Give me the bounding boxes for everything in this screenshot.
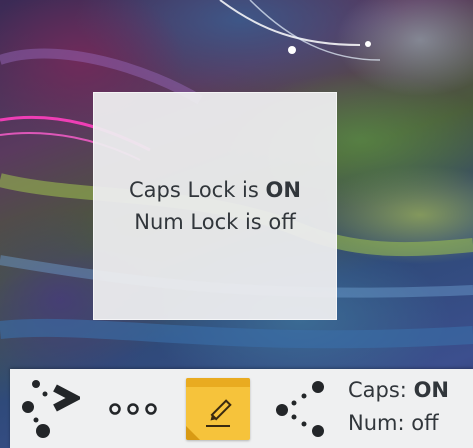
num-status-value: off xyxy=(411,411,439,435)
lock-keys-osd: Caps Lock is ON Num Lock is off xyxy=(93,92,337,320)
caps-lock-osd-line: Caps Lock is ON xyxy=(129,174,301,206)
caps-status-label: Caps: xyxy=(348,378,407,402)
notes-folded-corner xyxy=(186,426,200,440)
caps-lock-osd-label: Caps Lock is xyxy=(129,178,259,202)
share-icon[interactable] xyxy=(272,380,330,438)
num-status-line: Num: off xyxy=(348,407,449,440)
num-lock-osd-line: Num Lock is off xyxy=(134,206,296,238)
num-lock-osd-label: Num Lock is xyxy=(134,210,262,234)
num-lock-osd-state: off xyxy=(268,210,296,234)
caps-status-line: Caps: ON xyxy=(348,374,449,407)
caps-status-value: ON xyxy=(413,378,450,402)
lock-keys-indicator[interactable]: Caps: ON Num: off xyxy=(348,374,449,440)
more-dots-icon[interactable] xyxy=(104,396,162,422)
num-status-label: Num: xyxy=(348,411,405,435)
kde-connect-icon[interactable] xyxy=(18,378,80,440)
sticky-notes-icon[interactable] xyxy=(186,378,250,440)
caps-lock-osd-state: ON xyxy=(265,178,301,202)
